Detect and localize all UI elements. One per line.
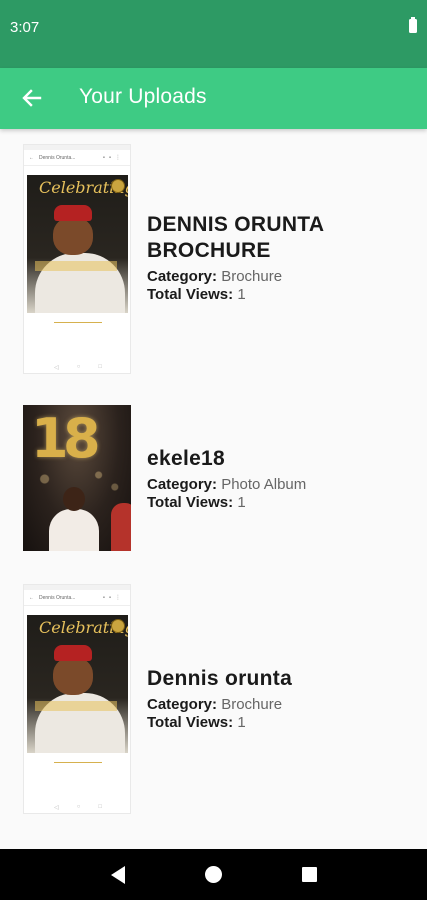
upload-title: DENNIS ORUNTA BROCHURE [147, 213, 324, 262]
upload-info: ekele18 Category: Photo Album Total View… [147, 446, 387, 512]
brochure-poster: Celebrating [27, 615, 128, 753]
upload-category: Category: Brochure [147, 696, 283, 713]
seal-icon [111, 179, 125, 193]
thumbnail-toolbar: ← Dennis Oruntа... ▪▪⋮ [24, 150, 130, 166]
brochure-screenshot-image: ← Dennis Oruntа... ▪▪⋮ Celebrating ◁ ○ □ [23, 584, 131, 814]
brochure-screenshot-image: ← Dennis Oruntа... ▪▪⋮ Celebrating ◁ ○ □ [23, 144, 131, 374]
balloon-number: 8 [63, 407, 101, 470]
seal-icon [111, 619, 125, 633]
status-time: 3:07 [10, 19, 40, 36]
page-title: Your Uploads [79, 85, 207, 108]
upload-title: ekele18 [147, 447, 226, 470]
upload-item[interactable]: ← Dennis Oruntа... ▪▪⋮ Celebrating ◁ ○ □ D… [0, 144, 427, 377]
upload-item[interactable]: ← Dennis Oruntа... ▪▪⋮ Celebrating ◁ ○ □ D… [0, 584, 427, 814]
square-recents-icon [301, 867, 317, 882]
upload-thumbnail[interactable]: ← Dennis Oruntа... ▪▪⋮ Celebrating ◁ ○ □ [23, 144, 131, 374]
nav-recents-button[interactable] [289, 855, 329, 895]
upload-title: Dennis orunta [147, 667, 293, 690]
upload-views: Total Views: 1 [147, 494, 246, 511]
upload-category: Category: Photo Album [147, 476, 307, 493]
back-button[interactable] [14, 80, 50, 116]
thumbnail-toolbar: ← Dennis Oruntа... ▪▪⋮ [24, 590, 130, 606]
battery-icon [409, 17, 417, 33]
nav-home-button[interactable] [193, 855, 233, 895]
circle-home-icon [204, 866, 222, 883]
party-photo-image: 1 8 [23, 405, 131, 551]
upload-thumbnail[interactable]: ← Dennis Oruntа... ▪▪⋮ Celebrating ◁ ○ □ [23, 584, 131, 814]
upload-thumbnail[interactable]: 1 8 [23, 405, 131, 551]
upload-info: Dennis orunta Category: Brochure Total V… [147, 666, 387, 732]
upload-info: DENNIS ORUNTA BROCHURE Category: Brochur… [147, 212, 387, 304]
system-nav-bar [0, 849, 427, 900]
upload-item[interactable]: 1 8 ekele18 Category: Photo Album Total … [0, 405, 427, 555]
upload-views: Total Views: 1 [147, 714, 246, 731]
status-bar: 3:07 [0, 0, 427, 68]
uploads-list[interactable]: ← Dennis Oruntа... ▪▪⋮ Celebrating ◁ ○ □ D… [0, 129, 427, 849]
arrow-left-icon [22, 89, 42, 107]
app-bar: Your Uploads [0, 68, 427, 129]
brochure-poster: Celebrating [27, 175, 128, 313]
upload-category: Category: Brochure [147, 268, 283, 285]
nav-back-button[interactable] [98, 855, 138, 895]
triangle-back-icon [110, 865, 125, 884]
upload-views: Total Views: 1 [147, 286, 246, 303]
